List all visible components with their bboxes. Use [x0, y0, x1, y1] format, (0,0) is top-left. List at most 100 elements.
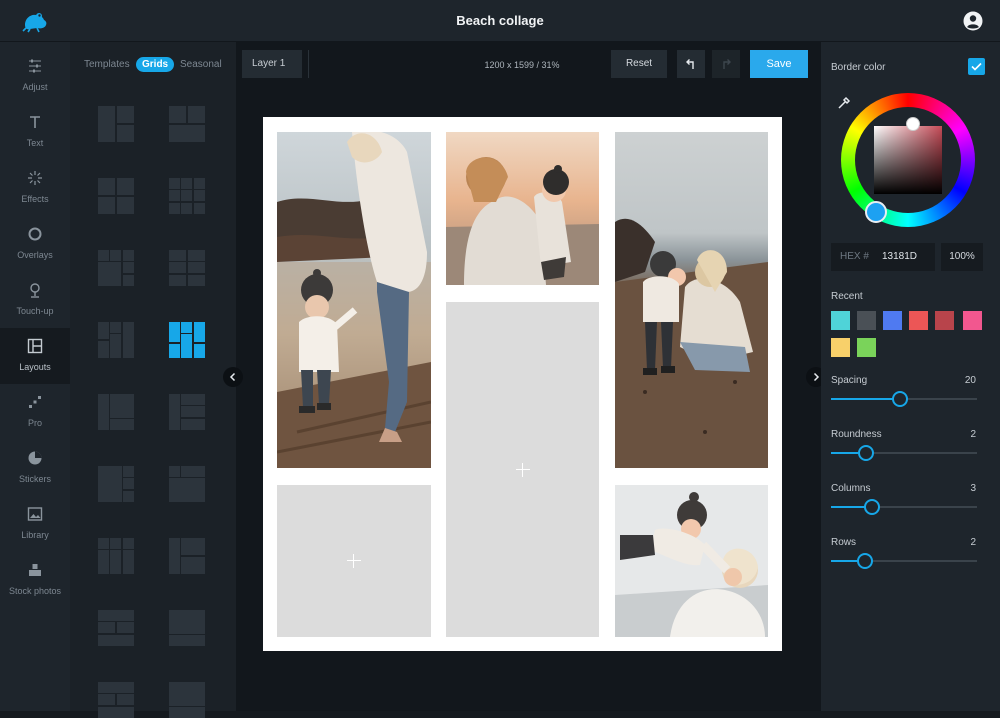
- grid-layout-option[interactable]: [98, 682, 134, 718]
- slider-handle[interactable]: [892, 391, 908, 407]
- layouts-panel: Templates Grids Seasonal: [70, 42, 236, 718]
- collage-cell-empty[interactable]: [277, 485, 431, 637]
- lifting-child-photo: [615, 485, 768, 637]
- tab-seasonal[interactable]: Seasonal: [180, 59, 222, 70]
- columns-slider[interactable]: [831, 499, 977, 515]
- nav-item-stock-photos[interactable]: Stock photos: [0, 552, 70, 608]
- spacing-slider[interactable]: [831, 391, 977, 407]
- add-photo-icon: [347, 554, 361, 568]
- border-color-checkbox[interactable]: [968, 58, 985, 75]
- grid-layout-option[interactable]: [169, 178, 205, 214]
- grid-layout-option[interactable]: [98, 106, 134, 142]
- slider-handle[interactable]: [864, 499, 880, 515]
- nav-label: Overlays: [17, 250, 53, 260]
- collage-cell-empty[interactable]: [446, 302, 599, 637]
- layer-select[interactable]: Layer 1: [242, 50, 302, 78]
- grid-layout-option[interactable]: [98, 394, 134, 430]
- eyedropper-icon[interactable]: [837, 96, 851, 110]
- collage-cell-photo[interactable]: [446, 132, 599, 285]
- sticker-icon: [28, 451, 42, 465]
- roundness-slider[interactable]: [831, 445, 977, 461]
- columns-label: Columns: [831, 483, 871, 494]
- grid-layout-option[interactable]: [169, 466, 205, 502]
- columns-value: 3: [970, 483, 976, 494]
- hue-handle[interactable]: [865, 201, 887, 223]
- recent-swatch[interactable]: [963, 311, 982, 330]
- document-title: Beach collage: [456, 13, 544, 28]
- collage-canvas: [263, 117, 782, 651]
- hex-label: HEX #: [840, 251, 869, 262]
- recent-swatch[interactable]: [883, 311, 902, 330]
- grid-layout-option[interactable]: [98, 538, 134, 574]
- tab-grids[interactable]: Grids: [136, 57, 175, 72]
- sliders-icon: [29, 59, 41, 73]
- top-bar: Beach collage: [0, 0, 1000, 42]
- pro-icon: [29, 396, 41, 408]
- grid-layout-option[interactable]: [169, 250, 205, 286]
- beach-kiss-photo: [615, 132, 768, 468]
- recent-swatch[interactable]: [857, 311, 876, 330]
- slider-handle[interactable]: [857, 553, 873, 569]
- properties-panel: Border color HEX # 13181D 100% Recent Sp…: [821, 42, 1000, 711]
- nav-label: Stock photos: [8, 586, 62, 596]
- grid-layout-option-selected[interactable]: [169, 322, 205, 358]
- grid-layout-option[interactable]: [169, 610, 205, 646]
- collage-cell-photo[interactable]: [615, 132, 768, 468]
- saturation-handle[interactable]: [906, 117, 920, 131]
- nav-item-stickers[interactable]: Stickers: [0, 440, 70, 496]
- nav-label: Stickers: [18, 474, 51, 484]
- beach-walk-photo: [277, 132, 431, 468]
- collage-cell-photo[interactable]: [277, 132, 431, 468]
- nav-item-library[interactable]: Library: [0, 496, 70, 552]
- grid-layout-option[interactable]: [169, 538, 205, 574]
- tab-templates[interactable]: Templates: [84, 59, 130, 70]
- grid-layout-option[interactable]: [169, 394, 205, 430]
- undo-icon: [686, 59, 694, 69]
- collapse-panel-button[interactable]: [223, 367, 243, 387]
- opacity-input[interactable]: 100%: [941, 243, 983, 271]
- grid-layout-option[interactable]: [98, 466, 134, 502]
- nav-item-touch-up[interactable]: Touch-up: [0, 272, 70, 328]
- ring-icon: [28, 227, 42, 241]
- undo-button[interactable]: [677, 50, 705, 78]
- recent-swatch[interactable]: [909, 311, 928, 330]
- nav-item-overlays[interactable]: Overlays: [0, 216, 70, 272]
- nav-item-adjust[interactable]: Adjust: [0, 48, 70, 104]
- grid-layout-option[interactable]: [169, 682, 205, 718]
- nav-item-text[interactable]: Text: [0, 104, 70, 160]
- toolbar-divider: [308, 50, 309, 78]
- grid-layout-option[interactable]: [98, 610, 134, 646]
- saturation-square[interactable]: [874, 126, 942, 194]
- redo-button[interactable]: [712, 50, 740, 78]
- nav-item-effects[interactable]: Effects: [0, 160, 70, 216]
- grid-layout-option[interactable]: [98, 250, 134, 286]
- hex-value: 13181D: [882, 251, 918, 262]
- account-icon[interactable]: [963, 11, 983, 31]
- nav-item-pro[interactable]: Pro: [0, 384, 70, 440]
- slider-fill: [831, 398, 900, 400]
- redo-icon: [723, 59, 731, 69]
- nav-label: Pro: [27, 418, 42, 428]
- color-wheel[interactable]: [841, 93, 975, 227]
- recent-swatch[interactable]: [831, 311, 850, 330]
- nav-item-layouts[interactable]: Layouts: [0, 328, 70, 384]
- collage-cell-photo[interactable]: [615, 485, 768, 637]
- add-photo-icon: [515, 462, 530, 477]
- recent-colors-label: Recent: [831, 291, 863, 302]
- save-button[interactable]: Save: [750, 50, 808, 78]
- rows-slider[interactable]: [831, 553, 977, 569]
- grid-layout-option[interactable]: [169, 106, 205, 142]
- slider-handle[interactable]: [858, 445, 874, 461]
- roundness-value: 2: [970, 429, 976, 440]
- recent-swatch[interactable]: [935, 311, 954, 330]
- grid-layout-option[interactable]: [98, 178, 134, 214]
- grid-layout-option[interactable]: [98, 322, 134, 358]
- recent-swatch[interactable]: [831, 338, 850, 357]
- hex-input[interactable]: HEX # 13181D: [831, 243, 935, 271]
- recent-swatch[interactable]: [857, 338, 876, 357]
- chevron-left-icon: [229, 372, 236, 382]
- sparkle-icon: [28, 171, 42, 185]
- nav-label: Adjust: [22, 82, 48, 92]
- border-color-label: Border color: [831, 62, 886, 73]
- reset-button[interactable]: Reset: [611, 50, 667, 78]
